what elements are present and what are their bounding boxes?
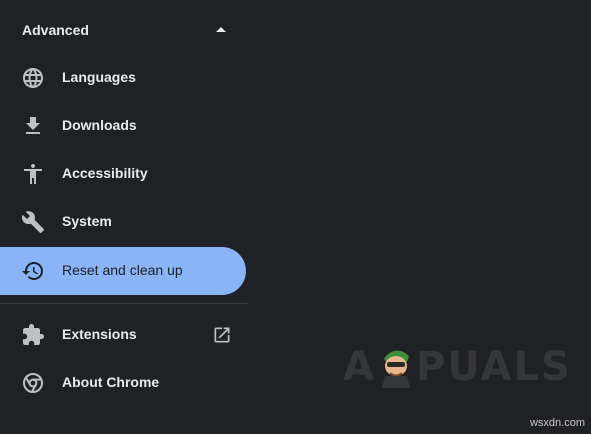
sidebar-item-downloads[interactable]: Downloads xyxy=(0,102,246,150)
advanced-section-label: Advanced xyxy=(22,22,89,38)
sidebar-item-system[interactable]: System xyxy=(0,198,246,246)
appuals-logo: A PUALS xyxy=(343,340,572,396)
sidebar-item-label: About Chrome xyxy=(62,374,160,390)
sidebar-item-label: System xyxy=(62,213,112,229)
sidebar-item-label: Downloads xyxy=(62,117,137,133)
logo-text-left: A xyxy=(343,344,376,390)
sidebar-item-about-chrome[interactable]: About Chrome xyxy=(0,359,246,407)
chrome-icon xyxy=(21,371,45,395)
advanced-section-toggle[interactable]: Advanced xyxy=(0,10,248,50)
caret-up-icon[interactable] xyxy=(216,27,226,32)
sidebar-divider xyxy=(0,303,248,304)
sidebar-item-label: Reset and clean up xyxy=(62,262,183,278)
globe-icon xyxy=(21,66,45,90)
settings-window: Advanced Languages Downloads Accessibili… xyxy=(0,0,591,434)
logo-text-right: PUALS xyxy=(415,344,572,390)
sidebar-item-accessibility[interactable]: Accessibility xyxy=(0,150,246,198)
puzzle-icon xyxy=(21,323,45,347)
logo-mascot-icon xyxy=(376,340,416,388)
open-in-new-icon[interactable] xyxy=(212,325,232,345)
sidebar-item-extensions[interactable]: Extensions xyxy=(0,311,246,359)
wrench-icon xyxy=(21,210,45,234)
sidebar-item-reset-and-clean-up[interactable]: Reset and clean up xyxy=(0,247,246,295)
sidebar-item-label: Accessibility xyxy=(62,165,148,181)
sidebar-item-label: Languages xyxy=(62,69,136,85)
sidebar-item-label: Extensions xyxy=(62,326,137,342)
source-watermark: wsxdn.com xyxy=(529,417,585,429)
settings-sidebar: Advanced Languages Downloads Accessibili… xyxy=(0,0,248,434)
accessibility-icon xyxy=(21,162,45,186)
sidebar-item-languages[interactable]: Languages xyxy=(0,54,246,102)
restore-icon xyxy=(21,259,45,283)
download-icon xyxy=(21,114,45,138)
